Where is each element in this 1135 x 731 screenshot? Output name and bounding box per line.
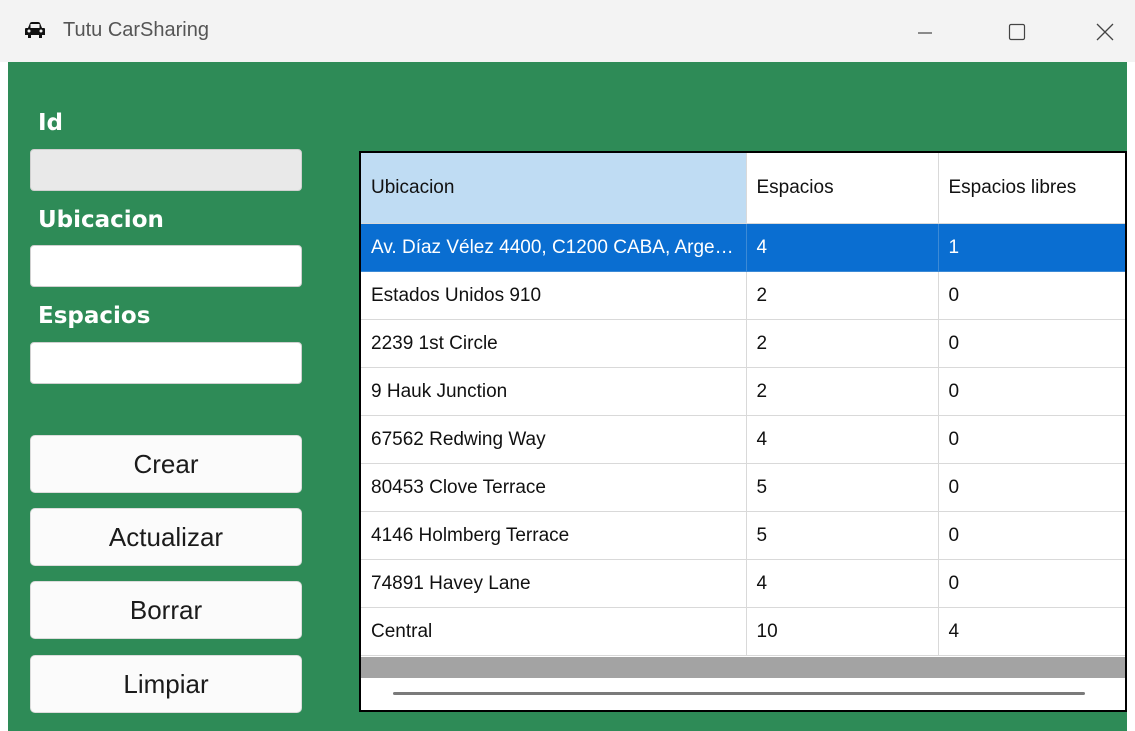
- cell-espacios[interactable]: 2: [745, 367, 939, 416]
- crear-button[interactable]: Crear: [30, 435, 302, 493]
- minimize-button[interactable]: [902, 14, 948, 50]
- cell-ubicacion[interactable]: 74891 Havey Lane: [361, 559, 747, 608]
- cell-espacios[interactable]: 4: [745, 223, 939, 272]
- close-icon: [1096, 23, 1114, 41]
- table-row[interactable]: Estados Unidos 910 2 0: [361, 271, 1125, 320]
- actualizar-button[interactable]: Actualizar: [30, 508, 302, 566]
- ubicacion-label: Ubicacion: [38, 207, 164, 233]
- table-row[interactable]: 2239 1st Circle 2 0: [361, 319, 1125, 368]
- id-label: Id: [38, 110, 64, 136]
- scrollbar-thumb[interactable]: [393, 692, 1085, 695]
- cell-espacios-libres[interactable]: 0: [937, 463, 1125, 512]
- cell-espacios-libres[interactable]: 0: [937, 319, 1125, 368]
- cell-espacios[interactable]: 2: [745, 271, 939, 320]
- ubicacion-field[interactable]: [30, 245, 302, 287]
- window-title: Tutu CarSharing: [63, 19, 209, 41]
- column-header-espacios[interactable]: Espacios: [745, 153, 939, 224]
- title-bar: Tutu CarSharing: [0, 0, 1135, 62]
- table-row[interactable]: 67562 Redwing Way 4 0: [361, 415, 1125, 464]
- cell-espacios-libres[interactable]: 0: [937, 415, 1125, 464]
- cell-espacios[interactable]: 5: [745, 463, 939, 512]
- cell-ubicacion[interactable]: Central: [361, 607, 747, 656]
- minimize-icon: [918, 32, 932, 34]
- cell-ubicacion[interactable]: Estados Unidos 910: [361, 271, 747, 320]
- cell-ubicacion[interactable]: Av. Díaz Vélez 4400, C1200 CABA, Argenti…: [361, 223, 747, 272]
- cell-ubicacion[interactable]: 2239 1st Circle: [361, 319, 747, 368]
- maximize-button[interactable]: [994, 14, 1040, 50]
- cell-espacios[interactable]: 4: [745, 559, 939, 608]
- borrar-button[interactable]: Borrar: [30, 581, 302, 639]
- espacios-label: Espacios: [38, 303, 151, 329]
- column-header-espacios-libres[interactable]: Espacios libres: [937, 153, 1125, 224]
- cell-ubicacion[interactable]: 9 Hauk Junction: [361, 367, 747, 416]
- espacios-field[interactable]: [30, 342, 302, 384]
- cell-ubicacion[interactable]: 4146 Holmberg Terrace: [361, 511, 747, 560]
- limpiar-button[interactable]: Limpiar: [30, 655, 302, 713]
- cell-espacios[interactable]: 10: [745, 607, 939, 656]
- id-field[interactable]: [30, 149, 302, 191]
- car-icon: [25, 22, 45, 38]
- close-button[interactable]: [1082, 14, 1128, 50]
- ubicaciones-grid[interactable]: Ubicacion Espacios Espacios libres Av. D…: [359, 151, 1127, 712]
- main-panel: Id Ubicacion Espacios Crear Actualizar B…: [8, 62, 1127, 731]
- table-row[interactable]: Av. Díaz Vélez 4400, C1200 CABA, Argenti…: [361, 223, 1125, 272]
- cell-espacios-libres[interactable]: 0: [937, 367, 1125, 416]
- table-row[interactable]: Central 10 4: [361, 607, 1125, 656]
- cell-espacios[interactable]: 5: [745, 511, 939, 560]
- header-row: Ubicacion Espacios Espacios libres: [361, 153, 1125, 224]
- cell-ubicacion[interactable]: 67562 Redwing Way: [361, 415, 747, 464]
- grid-empty-area: [361, 657, 1125, 678]
- cell-espacios[interactable]: 4: [745, 415, 939, 464]
- horizontal-scrollbar[interactable]: [361, 678, 1125, 710]
- cell-espacios-libres[interactable]: 4: [937, 607, 1125, 656]
- table-row[interactable]: 80453 Clove Terrace 5 0: [361, 463, 1125, 512]
- column-header-ubicacion[interactable]: Ubicacion: [361, 153, 747, 224]
- cell-ubicacion[interactable]: 80453 Clove Terrace: [361, 463, 747, 512]
- table-row[interactable]: 4146 Holmberg Terrace 5 0: [361, 511, 1125, 560]
- cell-espacios-libres[interactable]: 0: [937, 511, 1125, 560]
- cell-espacios-libres[interactable]: 1: [937, 223, 1125, 272]
- cell-espacios-libres[interactable]: 0: [937, 559, 1125, 608]
- table-row[interactable]: 74891 Havey Lane 4 0: [361, 559, 1125, 608]
- cell-espacios[interactable]: 2: [745, 319, 939, 368]
- table-row[interactable]: 9 Hauk Junction 2 0: [361, 367, 1125, 416]
- cell-espacios-libres[interactable]: 0: [937, 271, 1125, 320]
- maximize-icon: [1008, 23, 1026, 41]
